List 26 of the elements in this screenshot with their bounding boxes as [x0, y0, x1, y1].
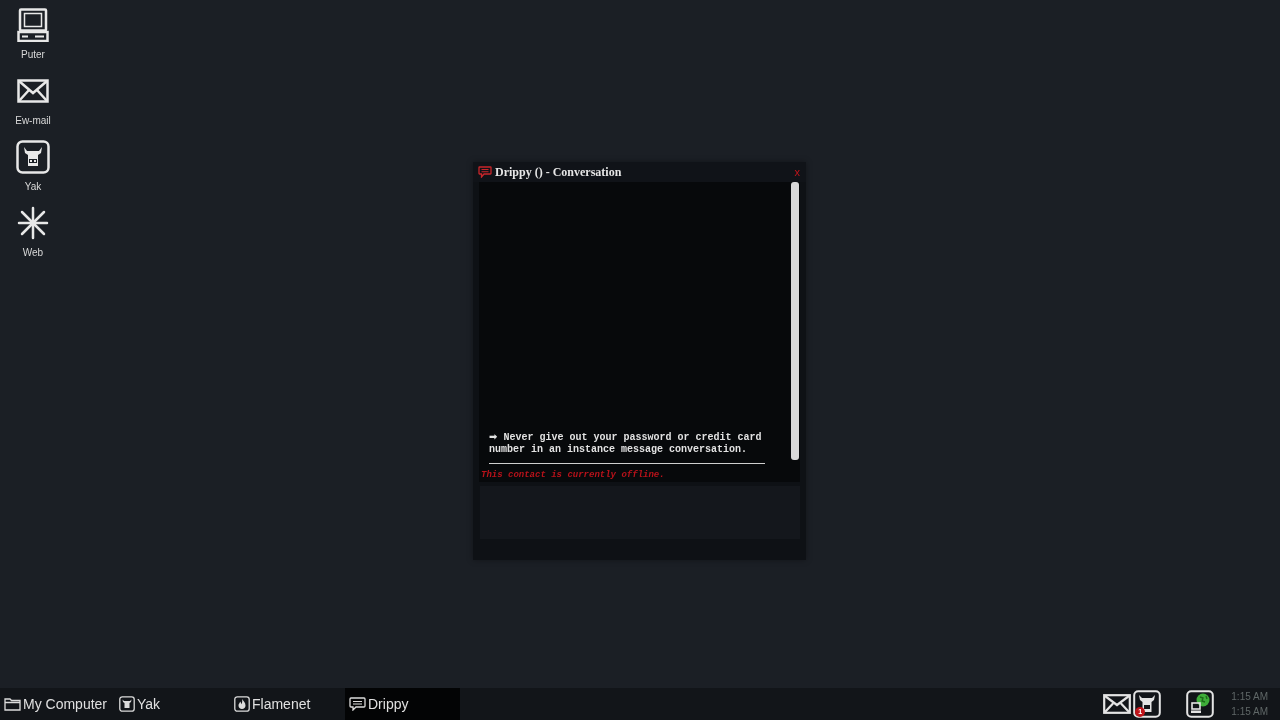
yak-icon — [16, 140, 50, 174]
desktop-shortcut[interactable]: Ew-mail — [0, 74, 66, 127]
scrollbar[interactable] — [791, 182, 799, 460]
envelope-icon[interactable] — [1103, 694, 1132, 714]
envelope-icon — [17, 79, 49, 103]
taskbar-button[interactable]: Yak — [115, 688, 230, 720]
computer-icon — [17, 8, 49, 42]
yak-icon — [119, 696, 135, 712]
flame-icon — [234, 696, 250, 712]
chat-bubble-icon — [349, 697, 366, 711]
desktop-shortcut[interactable]: Web — [0, 206, 66, 259]
warning-message: ➡ Never give out your password or credit card number in an instance message conversation. — [489, 432, 763, 456]
clock-time: 1:15 AM — [1231, 705, 1268, 718]
taskbar-button[interactable]: My Computer — [0, 688, 115, 720]
yak-icon[interactable] — [1133, 690, 1162, 718]
asterisk-icon — [17, 206, 49, 240]
desktop-shortcut[interactable]: Puter — [0, 8, 66, 61]
clock-time: 1:15 AM — [1231, 690, 1268, 703]
desktop-shortcut[interactable]: Yak — [0, 140, 66, 193]
window-title: Drippy () - Conversation — [495, 164, 623, 180]
offline-status: This contact is currently offline. — [481, 469, 666, 481]
computer-globe-icon[interactable] — [1186, 690, 1215, 718]
taskbar-button[interactable]: Flamenet — [230, 688, 345, 720]
folder-icon — [4, 697, 21, 711]
chat-bubble-icon — [478, 166, 492, 178]
taskbar-button[interactable]: Drippy — [345, 688, 460, 720]
